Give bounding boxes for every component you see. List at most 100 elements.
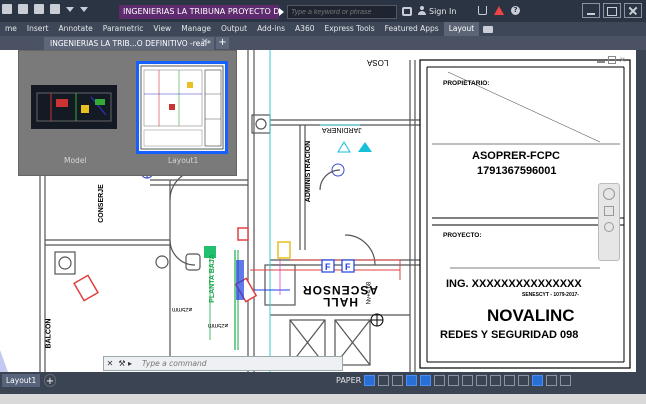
layout1-thumbnail-label: Layout1 — [168, 156, 199, 165]
save-icon[interactable] — [18, 4, 28, 14]
tab-express-tools[interactable]: Express Tools — [320, 22, 380, 36]
status-tools — [364, 375, 571, 386]
tab-parametric[interactable]: Parametric — [98, 22, 149, 36]
plan-label-hall-ascensor: HALL ASCENSOR — [302, 283, 379, 309]
command-line: ✕ ⚒ ▸ — [103, 356, 343, 371]
svg-text:F: F — [345, 262, 351, 272]
document-title: INGENIERIAS LA TRIBUNA PROYECTO DEFIN... — [119, 5, 279, 19]
open-icon[interactable] — [2, 4, 12, 14]
title-bar: INGENIERIAS LA TRIBUNA PROYECTO DEFIN...… — [0, 0, 646, 22]
bottom-strip — [0, 394, 646, 404]
model-thumbnail[interactable] — [31, 85, 117, 129]
new-tab-button[interactable]: + — [216, 37, 229, 49]
ribbon-toggle-icon[interactable] — [483, 25, 494, 33]
isolate-icon[interactable] — [518, 375, 529, 386]
viewport-close-icon[interactable]: × — [619, 56, 627, 64]
titlebar-icons: ? — [478, 6, 520, 15]
binoculars-icon[interactable] — [402, 7, 412, 16]
hardware-accel-icon[interactable] — [532, 375, 543, 386]
model-thumbnail-drawing — [36, 92, 112, 122]
plan-label-losa: LOSA — [367, 58, 389, 67]
plan-label-administracion: ADMINISTRACION — [305, 140, 313, 203]
layout1-tab[interactable]: Layout1 — [2, 374, 40, 387]
svg-text:F: F — [325, 262, 331, 272]
tab-layout[interactable]: Layout — [443, 22, 480, 36]
document-tab-label: INGENIERIAS LA TRIB...O DEFINITIVO -real… — [50, 39, 211, 48]
vertical-scrollbar[interactable] — [636, 50, 646, 372]
osnap-icon[interactable] — [406, 375, 417, 386]
close-tab-icon[interactable]: × — [201, 37, 209, 47]
status-bar: Layout1 + PAPER — [0, 372, 646, 394]
close-command-icon[interactable]: ✕ — [104, 359, 116, 368]
plan-label-pipe-1: ⌀25mm — [172, 306, 193, 312]
window-controls — [582, 3, 642, 18]
help-icon[interactable]: ? — [511, 6, 520, 15]
viewport-controls: × — [597, 56, 637, 66]
plan-label-level: Nv+4.68 — [366, 281, 373, 305]
pan-icon[interactable] — [604, 206, 614, 216]
engineer-name: ING. XXXXXXXXXXXXXXX — [446, 278, 582, 290]
viewport-restore-icon[interactable] — [608, 56, 616, 64]
layout1-thumbnail[interactable] — [136, 61, 228, 154]
plan-label-pipe-2: ⌀25mm — [208, 322, 229, 328]
polar-icon[interactable] — [392, 375, 403, 386]
company-subtitle: REDES Y SEGURIDAD 098 — [440, 329, 579, 341]
zoom-icon[interactable] — [604, 222, 614, 232]
cart-icon[interactable] — [478, 6, 487, 15]
project-heading: PROYECTO: — [443, 232, 482, 239]
quick-access-toolbar — [2, 4, 88, 14]
add-layout-button[interactable]: + — [44, 374, 56, 387]
wrench-icon[interactable]: ⚒ — [116, 359, 128, 368]
clean-screen-icon[interactable] — [546, 375, 557, 386]
otrack-icon[interactable] — [420, 375, 431, 386]
document-tab-strip: INGENIERIAS LA TRIB...O DEFINITIVO -real… — [0, 36, 646, 50]
layout1-thumbnail-drawing — [140, 65, 224, 150]
owner-id: 1791367596001 — [477, 165, 557, 177]
navigation-bar[interactable] — [598, 183, 620, 261]
gear-icon[interactable] — [490, 375, 501, 386]
snap-icon[interactable] — [364, 375, 375, 386]
lineweight-icon[interactable] — [434, 375, 445, 386]
redo-icon[interactable] — [80, 6, 88, 12]
transparency-icon[interactable] — [448, 375, 459, 386]
prompt-icon: ▸ — [128, 359, 133, 368]
tab-featured-apps[interactable]: Featured Apps — [380, 22, 444, 36]
company-name: NOVALINC — [487, 306, 575, 325]
search-input[interactable] — [287, 5, 397, 19]
tab-output[interactable]: Output — [216, 22, 252, 36]
steering-wheel-icon[interactable] — [603, 188, 615, 200]
senescyt-number: SENESCYT - 1079-2017- — [522, 292, 579, 298]
tab-annotate[interactable]: Annotate — [53, 22, 97, 36]
print-icon[interactable] — [50, 4, 60, 14]
paper-space-toggle[interactable]: PAPER — [336, 376, 361, 385]
chevron-right-icon[interactable] — [279, 8, 284, 16]
sign-in-link[interactable]: Sign In — [429, 7, 456, 16]
annotation-scale-icon[interactable] — [462, 375, 473, 386]
undo-icon[interactable] — [66, 6, 74, 12]
plan-label-conserje: CONSERJE — [97, 184, 105, 223]
maximize-button[interactable] — [603, 3, 621, 18]
plan-label-planta: PLANTA BAJA — [208, 254, 216, 303]
a360-icon[interactable] — [494, 6, 504, 15]
tab-home[interactable]: me — [0, 22, 22, 36]
close-button[interactable] — [624, 3, 642, 18]
document-tab[interactable]: INGENIERIAS LA TRIB...O DEFINITIVO -real… — [44, 37, 214, 50]
menu-icon[interactable] — [560, 375, 571, 386]
tab-a360[interactable]: A360 — [290, 22, 319, 36]
command-input[interactable] — [142, 359, 342, 368]
tab-add-ins[interactable]: Add-ins — [252, 22, 290, 36]
tab-manage[interactable]: Manage — [176, 22, 216, 36]
plus-icon[interactable] — [504, 375, 515, 386]
minimize-button[interactable] — [582, 3, 600, 18]
tab-view[interactable]: View — [148, 22, 176, 36]
save-as-icon[interactable] — [34, 4, 44, 14]
owner-heading: PROPIETARIO: — [443, 80, 490, 87]
plan-label-balcon: BALCON — [45, 318, 53, 349]
ribbon-tabs: me Insert Annotate Parametric View Manag… — [0, 22, 646, 36]
user-icon — [418, 6, 426, 16]
workspace-icon[interactable] — [476, 375, 487, 386]
plan-label-jardinera: JARDINERA — [322, 126, 362, 133]
ortho-icon[interactable] — [378, 375, 389, 386]
viewport-minimize-icon[interactable] — [597, 61, 605, 63]
tab-insert[interactable]: Insert — [22, 22, 54, 36]
